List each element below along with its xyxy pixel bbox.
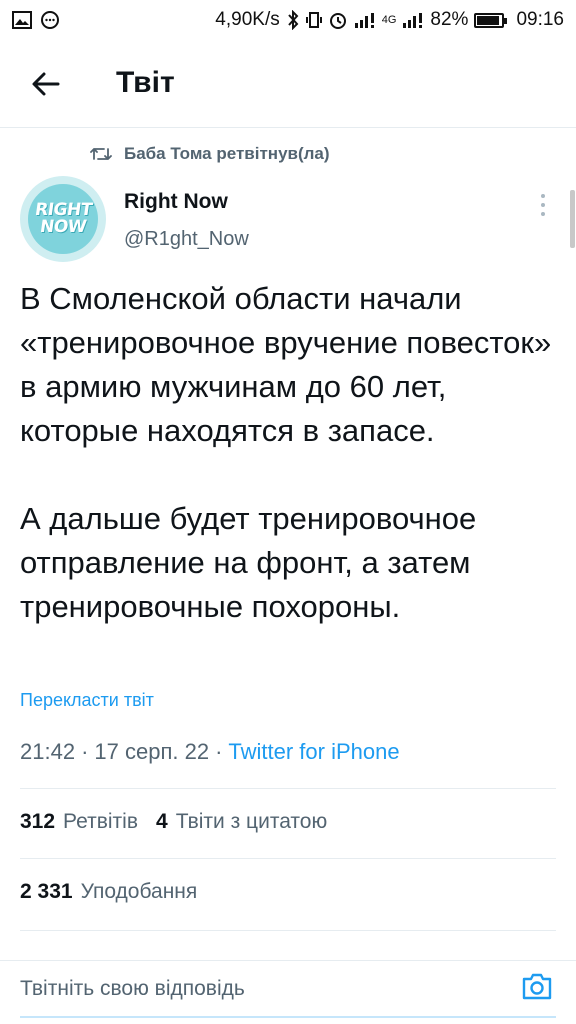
scrollbar[interactable] xyxy=(570,190,575,248)
tweet-text: В Смоленской области начали «тренировочн… xyxy=(20,277,560,629)
retweets-label: Ретвітів xyxy=(63,810,138,833)
avatar[interactable]: RIGHT NOW xyxy=(20,176,106,262)
reply-bar xyxy=(0,960,576,1016)
quotes-stat[interactable]: 4 Твіти з цитатою xyxy=(156,810,327,834)
battery-percent: 82% xyxy=(430,9,469,30)
chat-bubble-icon xyxy=(41,11,59,29)
page-title: Твіт xyxy=(116,66,175,99)
network-speed: 4,90K/s xyxy=(215,9,280,30)
likes-label: Уподобання xyxy=(80,880,198,903)
clock: 09:16 xyxy=(516,9,564,30)
vibrate-icon xyxy=(305,12,322,28)
alarm-icon xyxy=(329,13,346,29)
signal-icon-2 xyxy=(403,13,423,28)
tweet-source-link[interactable]: Twitter for iPhone xyxy=(228,739,399,765)
tweet-paragraph-1: В Смоленской области начали «тренировочн… xyxy=(20,281,552,448)
more-vertical-icon[interactable] xyxy=(534,192,552,218)
tweet-meta: 21:42 · 17 серп. 22 · Twitter for iPhone xyxy=(20,739,400,765)
likes-stat[interactable]: 2 331 Уподобання xyxy=(20,880,197,904)
arrow-left-icon[interactable] xyxy=(28,66,64,102)
tweet-paragraph-2: А дальше будет тренировочное отправление… xyxy=(20,501,477,624)
stats-row: 312 Ретвітів 4 Твіти з цитатою xyxy=(20,810,327,834)
reply-input[interactable] xyxy=(20,971,490,1007)
gallery-icon xyxy=(12,11,32,29)
tweet-date: 17 серп. 22 xyxy=(94,739,210,764)
quotes-label: Твіти з цитатою xyxy=(175,810,328,833)
likes-count: 2 331 xyxy=(20,880,73,903)
quotes-count: 4 xyxy=(156,810,168,833)
author-handle[interactable]: @R1ght_Now xyxy=(124,228,249,251)
retweet-icon xyxy=(90,148,112,160)
app-header: Твіт xyxy=(0,40,576,128)
divider xyxy=(20,930,556,931)
translate-tweet-link[interactable]: Перекласти твіт xyxy=(20,690,154,711)
camera-icon[interactable] xyxy=(520,969,554,1003)
retweet-text: Баба Тома ретвітнув(ла) xyxy=(124,144,330,163)
retweets-count: 312 xyxy=(20,810,56,833)
avatar-logo: RIGHT NOW xyxy=(28,184,98,254)
meta-separator: · xyxy=(81,739,89,764)
bluetooth-icon xyxy=(287,10,299,30)
signal-icon xyxy=(354,13,374,28)
avatar-logo-line2: NOW xyxy=(38,217,88,237)
divider xyxy=(20,858,556,859)
battery-icon xyxy=(474,12,508,28)
status-bar: 4,90K/s 4G 82% 09:16 xyxy=(0,0,576,40)
divider xyxy=(20,788,556,789)
divider xyxy=(20,1016,556,1018)
retweet-context[interactable]: Баба Тома ретвітнув(ла) xyxy=(90,144,330,164)
retweets-stat[interactable]: 312 Ретвітів xyxy=(20,810,138,834)
tweet-time: 21:42 xyxy=(20,739,76,764)
network-type: 4G xyxy=(381,14,397,26)
author-name[interactable]: Right Now xyxy=(124,190,228,214)
meta-separator: · xyxy=(215,739,223,764)
